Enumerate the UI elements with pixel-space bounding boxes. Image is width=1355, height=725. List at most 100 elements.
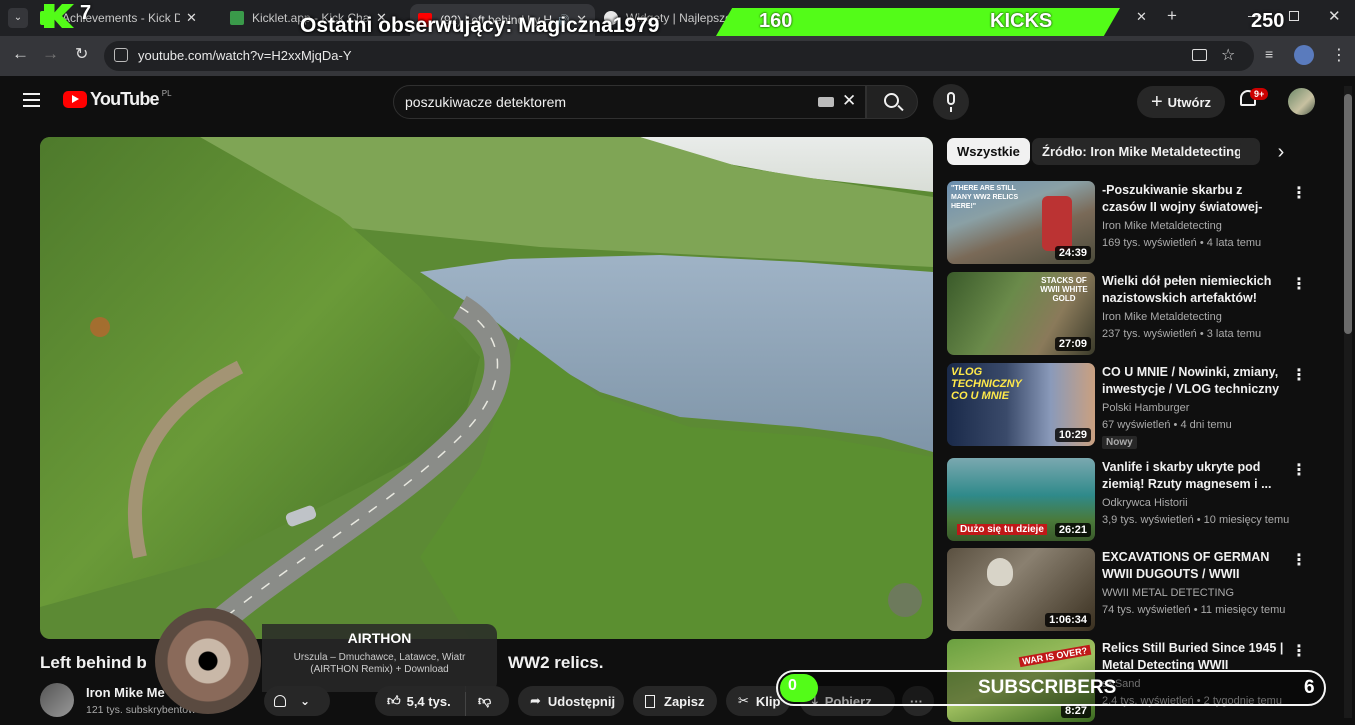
share-icon: ➦ xyxy=(530,693,541,708)
save-button[interactable]: Zapisz xyxy=(633,686,717,716)
url-text[interactable]: youtube.com/watch?v=H2xxMjqDa-Y xyxy=(138,48,352,63)
restore-icon[interactable] xyxy=(1289,11,1299,21)
video-thumbnail[interactable]: "THERE ARE STILL MANY WW2 RELICS HERE!" … xyxy=(947,181,1095,264)
subs-current: 0 xyxy=(788,677,797,694)
youtube-logo[interactable]: YouTube PL xyxy=(63,89,172,110)
thumbnail-caption: WAR IS OVER? xyxy=(1018,644,1091,668)
chips-next-icon[interactable]: › xyxy=(1264,138,1298,166)
video-duration: 27:09 xyxy=(1054,337,1091,351)
video-title-start: Left behind b xyxy=(40,653,147,672)
new-tab-icon[interactable]: + xyxy=(1167,6,1177,26)
notifications-button[interactable]: 9+ xyxy=(1240,88,1269,106)
close-window-icon[interactable]: ✕ xyxy=(1328,7,1341,25)
video-title[interactable]: EXCAVATIONS OF GERMAN WWII DUGOUTS / WWI… xyxy=(1102,549,1287,583)
more-options-icon[interactable]: ⋮ xyxy=(1291,183,1307,203)
microphone-icon xyxy=(947,92,955,105)
thumbnail-caption: "THERE ARE STILL MANY WW2 RELICS HERE!" xyxy=(951,185,1019,210)
thumbnail-caption: Dużo się tu dzieje xyxy=(957,524,1047,535)
channel-name[interactable]: WWII METAL DETECTING xyxy=(1102,587,1234,599)
channel-watermark-icon[interactable] xyxy=(888,583,922,617)
voice-search-button[interactable] xyxy=(933,84,969,120)
tab-list-chevron-icon[interactable]: ⌄ xyxy=(8,8,28,28)
profile-avatar-icon[interactable] xyxy=(1294,45,1314,65)
recommended-video[interactable]: STACKS OF WWII WHITE GOLD 27:09 Wielki d… xyxy=(947,272,1307,358)
recommended-video[interactable]: Dużo się tu dzieje 26:21 Vanlife i skarb… xyxy=(947,458,1307,544)
chip-source[interactable]: Źródło: Iron Mike Metaldetecting xyxy=(1032,138,1253,165)
region-code: PL xyxy=(161,89,172,98)
channel-name[interactable]: Polski Hamburger xyxy=(1102,402,1189,414)
more-options-icon[interactable]: ⋮ xyxy=(1291,274,1307,294)
channel-avatar[interactable] xyxy=(40,683,74,717)
channel-name[interactable]: Iron Mike Metaldetecting xyxy=(1102,220,1222,232)
forward-icon[interactable]: → xyxy=(42,44,59,64)
back-icon[interactable]: ← xyxy=(12,44,29,64)
now-playing-overlay: AIRTHON Urszula – Dmuchawce, Latawce, Wi… xyxy=(150,606,500,716)
site-info-icon[interactable] xyxy=(114,48,128,62)
video-thumbnail[interactable]: STACKS OF WWII WHITE GOLD 27:09 xyxy=(947,272,1095,355)
close-tab-icon[interactable]: ✕ xyxy=(1136,9,1147,25)
share-button[interactable]: ➦ Udostępnij xyxy=(518,686,624,716)
video-player[interactable] xyxy=(40,137,933,639)
search-query[interactable]: poszukiwacze detektorem xyxy=(405,94,566,110)
video-title[interactable]: Relics Still Buried Since 1945 | Metal D… xyxy=(1102,640,1287,674)
reload-icon[interactable]: ↻ xyxy=(75,44,88,64)
chip-all[interactable]: Wszystkie xyxy=(947,138,1030,165)
video-meta: 67 wyświetleń • 4 dni temu xyxy=(1102,419,1232,431)
install-app-icon[interactable] xyxy=(1192,49,1207,61)
video-title[interactable]: CO U MNIE / Nowinki, zmiany, inwestycje … xyxy=(1102,364,1287,398)
new-badge: Nowy xyxy=(1102,436,1137,449)
recommended-video[interactable]: 1:06:34 EXCAVATIONS OF GERMAN WWII DUGOU… xyxy=(947,548,1307,634)
video-duration: 8:27 xyxy=(1060,704,1091,718)
scrollbar-thumb[interactable] xyxy=(1344,94,1352,334)
create-button[interactable]: + Utwórz xyxy=(1137,86,1225,118)
video-meta: 74 tys. wyświetleń • 11 miesięcy temu xyxy=(1102,604,1286,616)
create-label: Utwórz xyxy=(1167,94,1212,110)
clear-search-icon[interactable]: ✕ xyxy=(842,91,856,111)
video-meta: 3,9 tys. wyświetleń • 10 miesięcy temu xyxy=(1102,514,1290,526)
hamburger-menu-icon[interactable] xyxy=(23,93,40,107)
thumbnail-caption: VLOG TECHNICZNY CO U MNIE xyxy=(951,366,1022,402)
search-button[interactable] xyxy=(866,85,918,119)
channel-name[interactable]: Odkrywca Historii xyxy=(1102,497,1188,509)
chip-partial[interactable] xyxy=(1240,138,1260,165)
video-thumbnail[interactable]: VLOG TECHNICZNY CO U MNIE 10:29 xyxy=(947,363,1095,446)
vinyl-disc-icon xyxy=(155,608,261,714)
channel-name[interactable]: Iron Mike Metaldetecting xyxy=(1102,311,1222,323)
last-follower-overlay: Ostatni obserwujący: Magiczna1979 xyxy=(300,14,660,37)
account-avatar[interactable] xyxy=(1288,88,1315,115)
recommended-video[interactable]: "THERE ARE STILL MANY WW2 RELICS HERE!" … xyxy=(947,181,1307,267)
browser-menu-icon[interactable]: ⋮ xyxy=(1331,45,1347,65)
video-frame xyxy=(40,137,933,639)
youtube-play-icon xyxy=(63,91,87,108)
more-options-icon[interactable]: ⋮ xyxy=(1291,365,1307,385)
subs-goal: 6 xyxy=(1304,677,1315,698)
music-track: Urszula – Dmuchawce, Latawce, Wiatr (AIR… xyxy=(293,652,466,675)
close-tab-icon[interactable]: ✕ xyxy=(186,10,197,26)
more-options-icon[interactable]: ⋮ xyxy=(1291,460,1307,480)
video-title: Left behind b WW2 relics. xyxy=(40,653,603,673)
video-thumbnail[interactable]: Dużo się tu dzieje 26:21 xyxy=(947,458,1095,541)
media-controls-icon[interactable]: ≡ xyxy=(1265,46,1273,62)
address-bar[interactable]: youtube.com/watch?v=H2xxMjqDa-Y ☆ xyxy=(104,41,1254,71)
video-title[interactable]: Vanlife i skarby ukryte pod ziemią! Rzut… xyxy=(1102,459,1287,493)
share-label: Udostępnij xyxy=(547,693,616,709)
thumbnail-caption: STACKS OF WWII WHITE GOLD xyxy=(1040,276,1088,303)
more-options-icon[interactable]: ⋮ xyxy=(1291,550,1307,570)
bookmark-star-icon[interactable]: ☆ xyxy=(1221,45,1235,65)
video-thumbnail[interactable]: 1:06:34 xyxy=(947,548,1095,631)
video-title[interactable]: -Poszukiwanie skarbu z czasów II wojny ś… xyxy=(1102,182,1287,216)
kicks-goal: 250 xyxy=(1251,10,1285,32)
video-duration: 26:21 xyxy=(1054,523,1091,537)
more-options-icon[interactable]: ⋮ xyxy=(1291,641,1307,661)
video-title[interactable]: Wielki dół pełen niemieckich nazistowski… xyxy=(1102,273,1287,307)
keyboard-icon[interactable] xyxy=(818,97,834,107)
browser-tab-strip: ⌄ Achievements - Kick Dashb ✕ Kicklet.ap… xyxy=(0,0,1355,36)
notification-count-badge: 9+ xyxy=(1250,88,1269,100)
bookmark-icon xyxy=(645,694,655,708)
subs-label: SUBSCRIBERS xyxy=(978,677,1117,698)
page-scrollbar[interactable] xyxy=(1344,86,1352,718)
music-info-panel: AIRTHON Urszula – Dmuchawce, Latawce, Wi… xyxy=(262,624,497,692)
search-input[interactable]: poszukiwacze detektorem ✕ xyxy=(393,85,866,119)
recommended-video[interactable]: VLOG TECHNICZNY CO U MNIE 10:29 CO U MNI… xyxy=(947,363,1307,449)
youtube-logo-text: YouTube xyxy=(90,89,160,109)
